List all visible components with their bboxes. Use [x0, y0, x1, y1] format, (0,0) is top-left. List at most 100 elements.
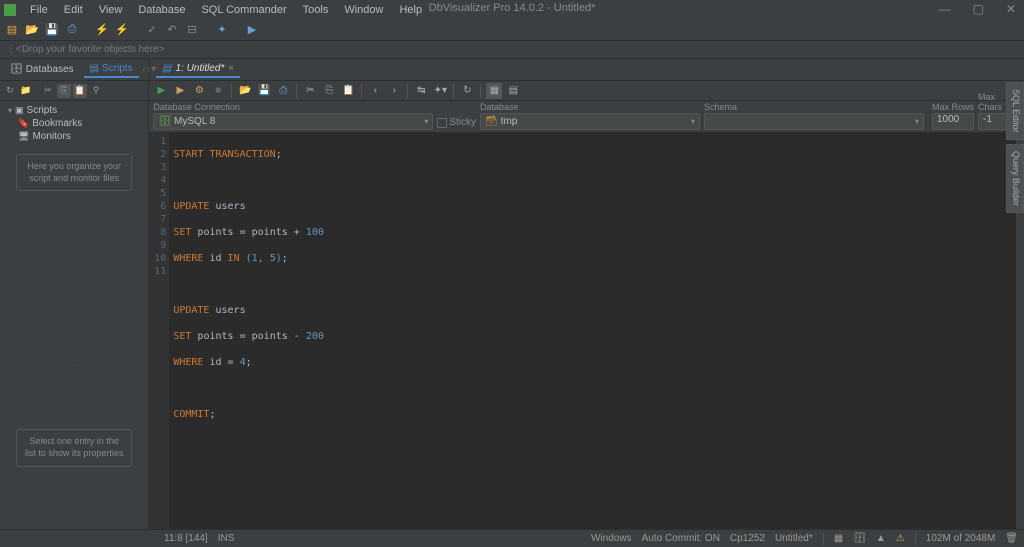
stop-icon[interactable]: ■ [210, 83, 226, 99]
execute-icon[interactable]: ▶ [153, 83, 169, 99]
menu-sql-commander[interactable]: SQL Commander [193, 2, 294, 18]
app-logo-icon [4, 4, 16, 16]
status-memory[interactable]: 102M of 2048M [926, 533, 996, 544]
scripts-icon: ▤ [90, 63, 99, 74]
warning-icon[interactable]: ⚠ [896, 533, 905, 544]
chevron-down-icon: ▾ [424, 117, 428, 126]
save-icon[interactable]: 💾 [44, 22, 60, 38]
tab-scripts[interactable]: ▤ Scripts [84, 61, 139, 78]
nav-back-icon[interactable]: ‹ [143, 64, 146, 75]
transaction-icon[interactable]: ⊟ [184, 22, 200, 38]
sidebar: ↻ 📁 ✂ ⎘ 📋 ⚲ ▾ ▣ Scripts 🔖 Bookmarks 🖥 Mo… [0, 81, 149, 529]
status-os: Windows [591, 533, 632, 544]
run-icon[interactable]: ▶ [244, 22, 260, 38]
status-encoding[interactable]: Cp1252 [730, 533, 765, 544]
tree-monitors-label: Monitors [32, 131, 70, 142]
editor-tab-1[interactable]: ▤ 1: Untitled* × [156, 61, 240, 78]
menu-edit[interactable]: Edit [56, 2, 91, 18]
menu-file[interactable]: File [22, 2, 56, 18]
autocomplete-icon[interactable]: ✦▾ [432, 83, 448, 99]
maxrows-value: 1000 [937, 114, 959, 125]
copy-icon[interactable]: ⎘ [57, 84, 71, 98]
folder-icon: ▣ [15, 105, 24, 116]
history-icon[interactable]: ↻ [459, 83, 475, 99]
tree-root-scripts[interactable]: ▾ ▣ Scripts [4, 104, 144, 117]
checkbox-icon [437, 118, 447, 128]
wizard-icon[interactable]: ✦ [214, 22, 230, 38]
view-toggle1-icon[interactable]: ▦ [486, 83, 502, 99]
close-tab-icon[interactable]: × [228, 63, 234, 74]
menu-window[interactable]: Window [336, 2, 391, 18]
trash-icon[interactable]: 🗑 [1005, 533, 1018, 544]
disconnect-icon[interactable]: ⚡ [114, 22, 130, 38]
commit-icon[interactable]: ✓ [144, 22, 160, 38]
save-as-icon[interactable]: ⎙ [275, 83, 291, 99]
open-icon[interactable]: 📂 [24, 22, 40, 38]
sticky-checkbox[interactable]: Sticky [437, 117, 476, 128]
menu-tools[interactable]: Tools [295, 2, 337, 18]
maximize-button[interactable]: ▢ [969, 2, 988, 16]
favorites-bar[interactable]: ⋮ <Drop your favorite objects here> [0, 41, 1024, 59]
copy-icon[interactable]: ⎘ [321, 83, 337, 99]
view-toggle2-icon[interactable]: ▤ [505, 83, 521, 99]
menu-help[interactable]: Help [391, 2, 430, 18]
chevron-down-icon: ▾ [915, 117, 919, 126]
prev-icon[interactable]: ‹ [367, 83, 383, 99]
db-connection-select[interactable]: 🗄 MySQL 8 ▾ [153, 113, 433, 130]
side-tabs: SQL Editor Query Builder [1006, 82, 1024, 213]
rollback-icon[interactable]: ↶ [164, 22, 180, 38]
close-button[interactable]: ✕ [1002, 2, 1020, 16]
save-all-icon[interactable]: ⎙ [64, 22, 80, 38]
paste-icon[interactable]: 📋 [73, 84, 87, 98]
tree-monitors[interactable]: 🖥 Monitors [4, 130, 144, 143]
mysql-icon: 🗄 [158, 116, 171, 127]
tree-bookmarks[interactable]: 🔖 Bookmarks [4, 117, 144, 130]
properties-hint: Select one entry in the list to show its… [16, 429, 132, 466]
save-file-icon[interactable]: 💾 [256, 83, 272, 99]
tab-databases-label: Databases [26, 64, 74, 75]
connect-icon[interactable]: ⚡ [94, 22, 110, 38]
tab-databases[interactable]: 🗄 Databases [4, 62, 80, 77]
next-icon[interactable]: › [386, 83, 402, 99]
menu-database[interactable]: Database [130, 2, 193, 18]
new-tab-icon[interactable]: ▤ [4, 22, 20, 38]
new-folder-icon[interactable]: 📁 [19, 84, 33, 98]
sql-tab-icon: ▤ [162, 63, 171, 74]
cut-icon[interactable]: ✂ [41, 84, 55, 98]
schema-select[interactable]: ▾ [704, 113, 924, 130]
minimize-button[interactable]: — [935, 2, 955, 16]
bookmark-icon: 🔖 [18, 118, 29, 129]
filter-icon[interactable]: ⚲ [89, 84, 103, 98]
format-icon[interactable]: ↹ [413, 83, 429, 99]
cut-icon[interactable]: ✂ [302, 83, 318, 99]
editor-tab-label: 1: Untitled* [175, 63, 224, 74]
menu-view[interactable]: View [91, 2, 131, 18]
maxrows-input[interactable]: 1000 [932, 113, 974, 130]
open-file-icon[interactable]: 📂 [237, 83, 253, 99]
window-controls: — ▢ ✕ [935, 2, 1020, 16]
sql-editor[interactable]: 1234567891011 START TRANSACTION; UPDATE … [149, 133, 1024, 529]
database-value: tmp [501, 116, 518, 127]
status-icon3[interactable]: ▲ [876, 533, 886, 544]
editor-toolbar: ▶ ▶ ⚙ ■ 📂 💾 ⎙ ✂ ⎘ 📋 ‹ › ↹ ✦▾ ↻ ▦ ▤ [149, 81, 1024, 101]
side-tab-query-builder[interactable]: Query Builder [1006, 144, 1024, 213]
database-select[interactable]: 🗃 tmp ▾ [480, 113, 700, 130]
status-icon1[interactable]: ▦ [834, 533, 843, 544]
tabs-row: 🗄 Databases ▤ Scripts ‹ › ▾ ▤ 1: Untitle… [0, 59, 1024, 81]
db-connection-value: MySQL 8 [174, 116, 215, 127]
status-autocommit[interactable]: Auto Commit: ON [642, 533, 720, 544]
nav-tabs: 🗄 Databases ▤ Scripts ‹ › ▾ [0, 59, 150, 80]
status-file: Untitled* [775, 533, 813, 544]
status-icon2[interactable]: 🗄 [853, 533, 866, 544]
code-content[interactable]: START TRANSACTION; UPDATE users SET poin… [169, 133, 1016, 529]
execute-explain-icon[interactable]: ⚙ [191, 83, 207, 99]
db-connection-label: Database Connection [153, 102, 433, 112]
refresh-icon[interactable]: ↻ [3, 84, 17, 98]
paste-icon[interactable]: 📋 [340, 83, 356, 99]
editor-tabs: ▤ 1: Untitled* × [150, 59, 1024, 80]
side-tab-sql-editor[interactable]: SQL Editor [1006, 82, 1024, 140]
sticky-label: Sticky [449, 117, 476, 128]
database-icon: 🗄 [10, 64, 23, 75]
execute-script-icon[interactable]: ▶ [172, 83, 188, 99]
scripts-tree: ▾ ▣ Scripts 🔖 Bookmarks 🖥 Monitors [0, 101, 148, 146]
